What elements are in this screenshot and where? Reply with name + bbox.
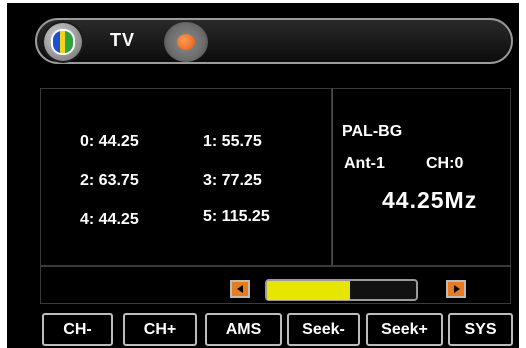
- channel-number-label: CH:0: [426, 155, 464, 172]
- page-title: TV: [110, 30, 136, 50]
- antenna-label: Ant-1: [344, 155, 385, 172]
- tv-system-label: PAL-BG: [342, 123, 403, 140]
- channel-item[interactable]: 4: 44.25: [80, 211, 139, 229]
- channel-item[interactable]: 2: 63.75: [80, 172, 139, 190]
- header-bar: [35, 18, 513, 64]
- arrow-right-icon[interactable]: [446, 280, 466, 298]
- channel-item[interactable]: 1: 55.75: [203, 133, 262, 151]
- arrow-left-glyph: [237, 285, 243, 293]
- ams-button[interactable]: AMS: [205, 313, 282, 346]
- channel-item[interactable]: 5: 115.25: [203, 208, 270, 226]
- status-dot-center: [177, 34, 195, 50]
- channel-up-button[interactable]: CH+: [123, 313, 197, 346]
- level-slider-fill: [267, 281, 350, 300]
- tv-logo-icon: [53, 31, 73, 53]
- arrow-left-icon[interactable]: [230, 280, 250, 298]
- channel-down-button[interactable]: CH-: [42, 313, 113, 346]
- channel-item[interactable]: 3: 77.25: [203, 172, 262, 190]
- current-frequency: 44.25Mz: [382, 187, 478, 213]
- signal-info-panel: [332, 88, 511, 266]
- sys-button[interactable]: SYS: [448, 313, 513, 346]
- arrow-right-glyph: [454, 285, 460, 293]
- seek-up-button[interactable]: Seek+: [366, 313, 443, 346]
- channel-item[interactable]: 0: 44.25: [80, 133, 139, 151]
- seek-down-button[interactable]: Seek-: [287, 313, 360, 346]
